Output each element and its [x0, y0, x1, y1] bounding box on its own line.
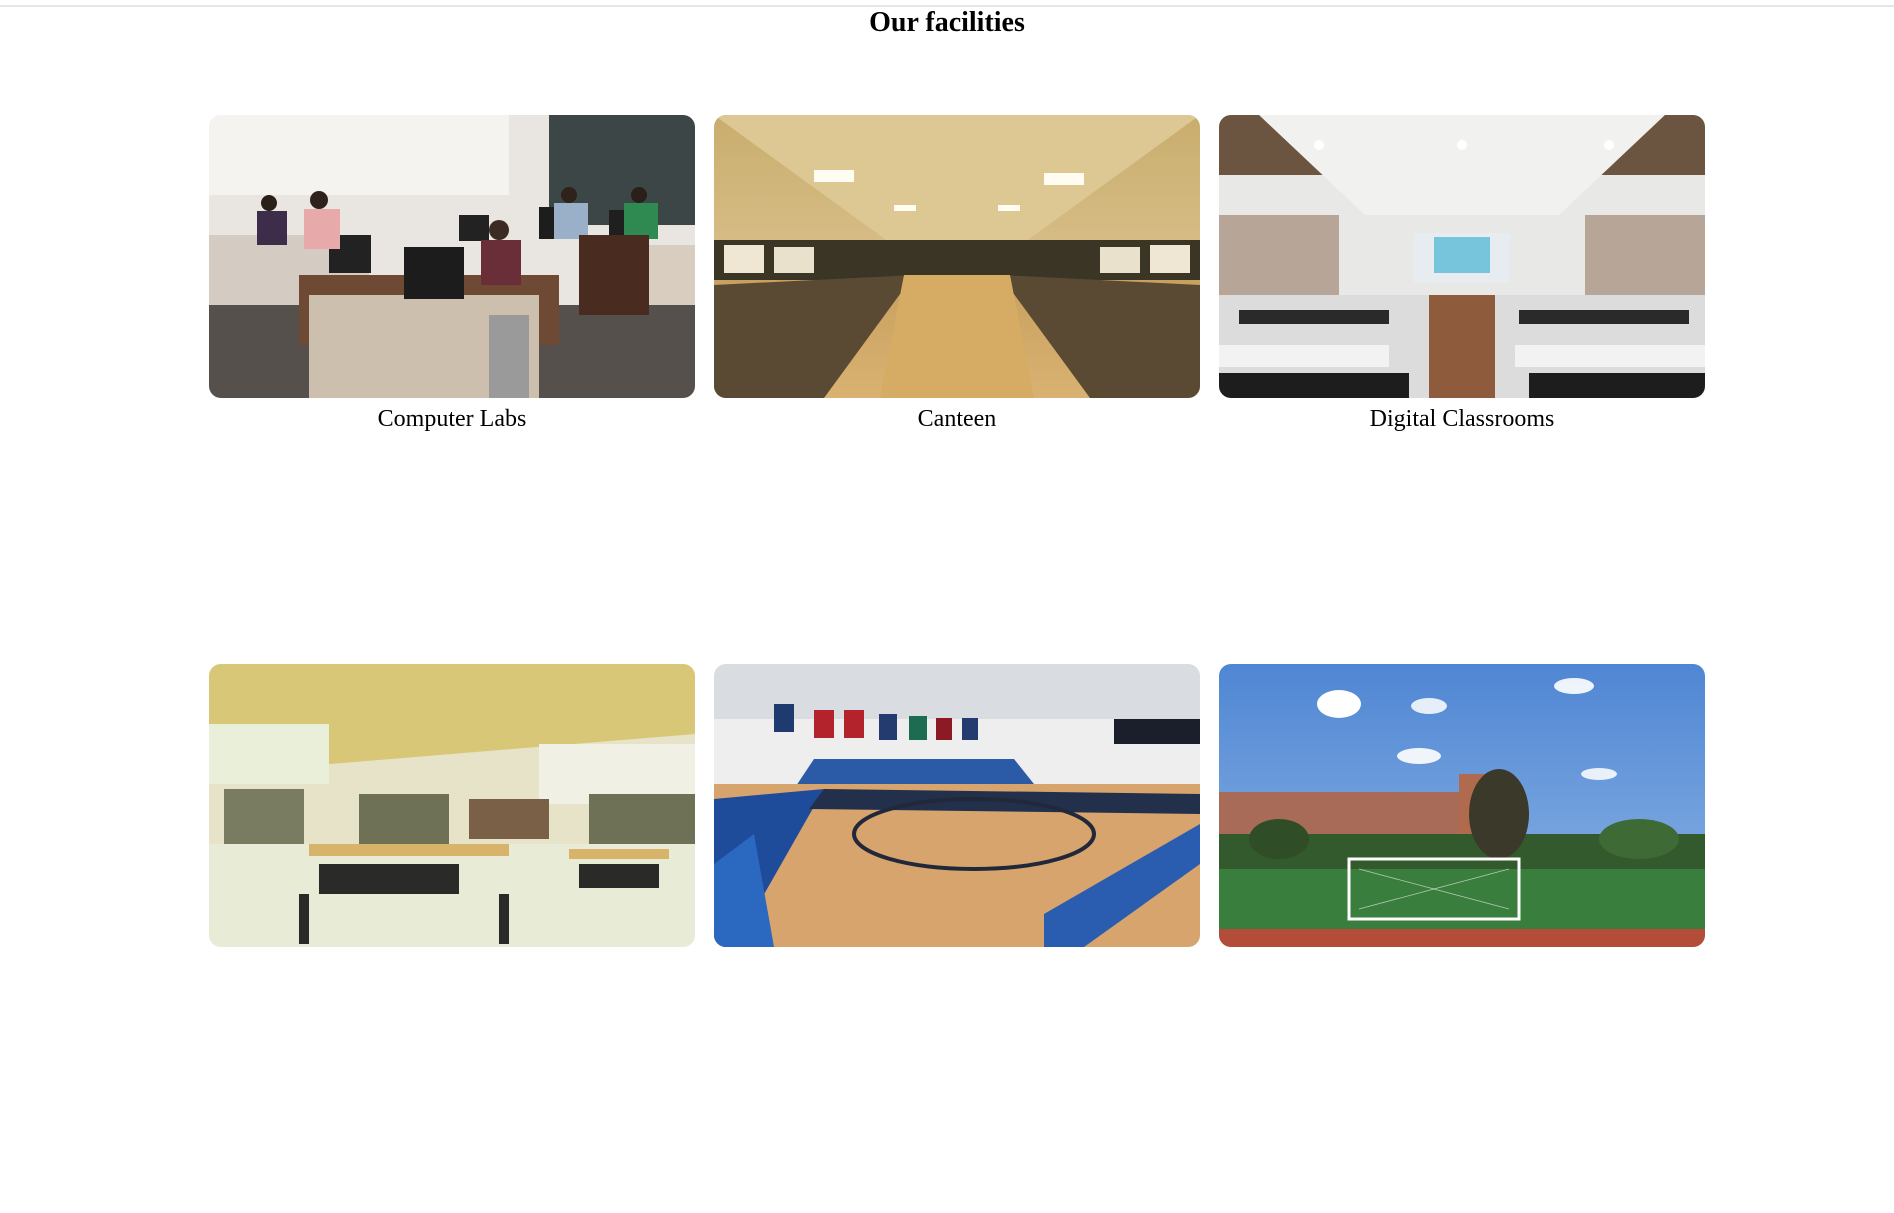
sports-field-photo [1219, 664, 1705, 947]
computer-lab-photo [209, 115, 695, 398]
facility-card-library [209, 664, 695, 1213]
facility-label: Digital Classrooms [1369, 406, 1555, 432]
facility-card-sports-field [1219, 664, 1705, 1213]
facilities-grid: Computer Labs Canteen Digital Classrooms [209, 115, 1705, 1213]
facility-card-computer-labs: Computer Labs [209, 115, 695, 664]
facility-label: Canteen [917, 406, 997, 432]
digital-classroom-photo [1219, 115, 1705, 398]
page-title: Our facilities [869, 7, 1025, 38]
basketball-court-photo [714, 664, 1200, 947]
facility-label: Computer Labs [377, 406, 527, 432]
facility-card-basketball [714, 664, 1200, 1213]
facility-card-canteen: Canteen [714, 115, 1200, 664]
library-photo [209, 664, 695, 947]
canteen-photo [714, 115, 1200, 398]
facility-card-digital-classrooms: Digital Classrooms [1219, 115, 1705, 664]
